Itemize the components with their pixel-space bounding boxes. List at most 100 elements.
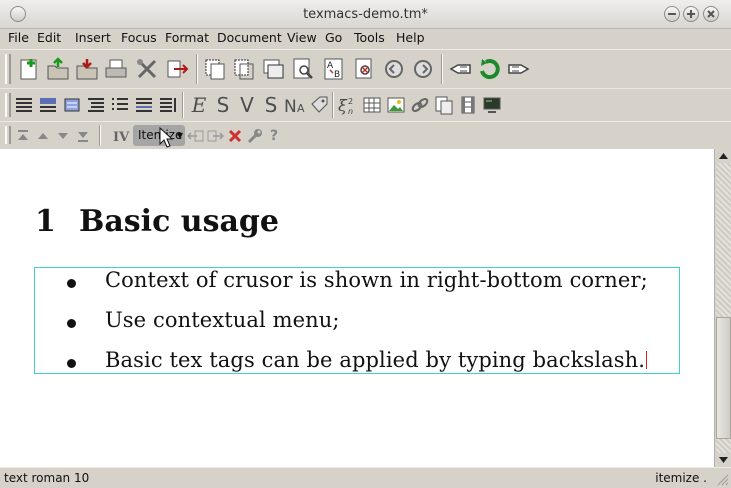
new-document-button[interactable] [15, 55, 43, 83]
toolbar-grip[interactable] [5, 93, 11, 117]
list-item[interactable]: Basic tex tags can be applied by typing … [35, 348, 679, 384]
print-icon [105, 59, 127, 78]
wrench-icon [247, 129, 262, 144]
help-button[interactable]: ? [264, 126, 284, 146]
paragraph-button[interactable] [36, 93, 60, 117]
menu-help[interactable]: Help [396, 30, 425, 45]
description-list-icon [160, 98, 176, 112]
image-button[interactable] [384, 93, 408, 117]
paragraph-icon [40, 98, 56, 112]
exit-right-button[interactable] [205, 126, 225, 146]
undo-button[interactable] [380, 55, 408, 83]
itemize-environment[interactable]: Context of crusor is shown in right-bott… [34, 267, 680, 374]
down-button[interactable] [53, 126, 73, 146]
name-button[interactable]: NA [283, 93, 307, 117]
menu-file[interactable]: File [8, 30, 29, 45]
menu-format[interactable]: Format [165, 30, 209, 45]
copy-button[interactable] [201, 55, 229, 83]
paste-button[interactable] [259, 55, 287, 83]
resize-grip-icon[interactable] [717, 474, 729, 486]
export-button[interactable] [163, 55, 191, 83]
up-button[interactable] [33, 126, 53, 146]
emphasis-icon: E [191, 93, 207, 117]
emphasis-button[interactable]: E [187, 93, 211, 117]
minimize-button[interactable] [664, 6, 680, 22]
menu-tools[interactable]: Tools [354, 30, 385, 45]
top-button[interactable] [13, 126, 33, 146]
list-button[interactable] [108, 93, 132, 117]
session-button[interactable] [480, 93, 504, 117]
bottom-button[interactable] [73, 126, 93, 146]
save-button[interactable] [73, 55, 101, 83]
scroll-thumb[interactable] [716, 317, 731, 439]
print-button[interactable] [102, 55, 130, 83]
description-list-button[interactable] [156, 93, 180, 117]
document-canvas[interactable]: 1 Basic usage Context of crusor is shown … [0, 149, 714, 467]
sans-serif-button[interactable]: S [211, 93, 235, 117]
delete-button[interactable] [225, 126, 245, 146]
maximize-button[interactable] [683, 6, 699, 22]
indent-button[interactable] [84, 93, 108, 117]
svg-text:ξ: ξ [338, 96, 348, 115]
cut-icon [234, 59, 254, 80]
tag-button[interactable] [307, 93, 331, 117]
footnote-button[interactable] [432, 93, 456, 117]
strong-button[interactable]: S [259, 93, 283, 117]
open-button[interactable] [44, 55, 72, 83]
text-cursor [646, 351, 648, 369]
svg-text:2: 2 [348, 97, 353, 106]
section-number: 1 [35, 204, 56, 239]
replace-button[interactable]: AB [320, 55, 348, 83]
menu-view[interactable]: View [287, 30, 317, 45]
menu-document[interactable]: Document [217, 30, 282, 45]
exit-left-button[interactable] [186, 126, 206, 146]
menu-go[interactable]: Go [325, 30, 342, 45]
refresh-button[interactable] [476, 55, 504, 83]
back-button[interactable] [446, 55, 474, 83]
preferences-button[interactable] [133, 55, 161, 83]
list-item[interactable]: Context of crusor is shown in right-bott… [35, 268, 679, 304]
align-left-button[interactable] [12, 93, 36, 117]
main-toolbar: AB [0, 49, 731, 87]
vertical-scrollbar[interactable] [714, 149, 731, 467]
save-icon [76, 59, 98, 80]
cut-button[interactable] [230, 55, 258, 83]
toolbar-grip[interactable] [5, 126, 11, 144]
indent-icon [88, 98, 104, 112]
animation-icon [461, 96, 475, 114]
new-document-icon [20, 59, 37, 80]
search-button[interactable] [290, 55, 318, 83]
close-button[interactable] [703, 6, 719, 22]
svg-text:n: n [348, 107, 353, 115]
spell-button[interactable] [351, 55, 379, 83]
math-button[interactable]: ξ2n [336, 93, 360, 117]
toolbar-grip[interactable] [5, 54, 11, 84]
list-item-text: Use contextual menu; [105, 308, 340, 332]
scroll-up-button[interactable] [716, 149, 731, 163]
forward-button[interactable] [505, 55, 533, 83]
format-toolbar: E S V S NA ξ2n [0, 88, 731, 120]
redo-button[interactable] [409, 55, 437, 83]
minimize-icon [668, 13, 676, 15]
mouse-pointer-icon [159, 127, 174, 148]
exit-right-icon [207, 130, 224, 142]
preferences-icon [137, 59, 157, 79]
context-toolbar: IV Itemize ▼ ? [0, 121, 731, 148]
back-icon [449, 64, 471, 74]
menu-focus[interactable]: Focus [121, 30, 157, 45]
table-button[interactable] [360, 93, 384, 117]
variant-button[interactable]: V [235, 93, 259, 117]
link-button[interactable] [408, 93, 432, 117]
menu-insert[interactable]: Insert [75, 30, 111, 45]
numbered-list-button[interactable] [132, 93, 156, 117]
list-item[interactable]: Use contextual menu; [35, 308, 679, 344]
roman-numeral-button[interactable]: IV [112, 126, 132, 146]
menu-edit[interactable]: Edit [37, 30, 61, 45]
link-icon [411, 98, 429, 112]
list-item-text: Context of crusor is shown in right-bott… [105, 268, 648, 292]
animation-button[interactable] [456, 93, 480, 117]
tag-icon [311, 96, 328, 113]
scroll-down-button[interactable] [716, 453, 731, 467]
wrench-button[interactable] [245, 126, 265, 146]
center-button[interactable] [60, 93, 84, 117]
